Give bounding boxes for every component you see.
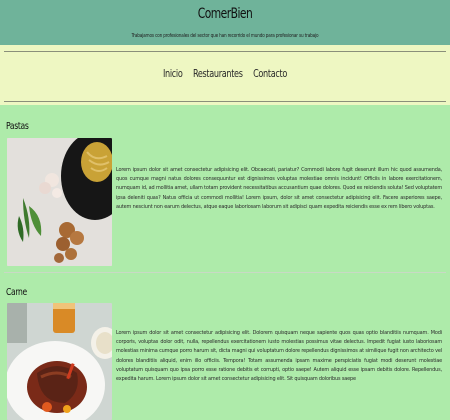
section-title-pastas: Pastas	[6, 121, 29, 132]
meat-photo	[7, 303, 112, 420]
nav-links: Inicio Restaurantes Contacto	[41, 67, 410, 80]
section-title-carne: Carne	[6, 287, 27, 298]
nav-bottom-rule	[4, 101, 446, 102]
nav-link-restaurantes[interactable]: Restaurantes	[193, 67, 243, 80]
nav-top-rule	[4, 51, 446, 52]
navigation-bar: Inicio Restaurantes Contacto	[0, 45, 450, 105]
pastas-description: Lorem ipsum dolor sit amet consectetur a…	[116, 167, 442, 210]
site-header: ComerBien Trabajamos con profesionales d…	[0, 0, 450, 45]
pasta-photo	[7, 138, 112, 266]
site-title[interactable]: ComerBien	[34, 6, 417, 22]
section-divider	[4, 272, 446, 273]
site-tagline: Trabajamos con profesionales del sector …	[131, 33, 319, 39]
nav-link-contacto[interactable]: Contacto	[253, 67, 287, 80]
nav-link-inicio[interactable]: Inicio	[163, 67, 183, 80]
carne-description: Lorem ipsum dolor sit amet consectetur a…	[116, 330, 442, 383]
